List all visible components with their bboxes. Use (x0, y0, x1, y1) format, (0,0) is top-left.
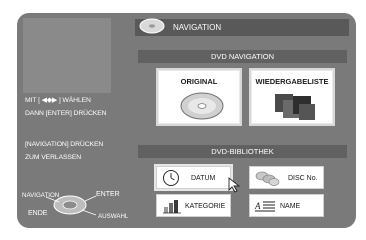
help-line: ZUM VERLASSEN (25, 154, 82, 161)
disc-logo-icon (139, 18, 165, 34)
dvd-navigation-bar: DVD NAVIGATION (138, 50, 347, 63)
original-button[interactable]: ORIGINAL (156, 68, 242, 126)
disc-icon (180, 92, 224, 120)
help-line: DANN [ENTER] DRÜCKEN (25, 110, 107, 117)
kategorie-button[interactable]: KATEGORIE (156, 194, 231, 217)
discs-icon (255, 171, 280, 186)
wiedergabeliste-button[interactable]: WIEDERGABELISTE (249, 68, 335, 126)
name-label: NAME (280, 203, 301, 210)
kategorie-label: KATEGORIE (185, 203, 226, 210)
clock-icon (163, 170, 179, 186)
remote-control-hint: NAVIGATION ENTER ENDE AUSWAHL (22, 188, 128, 224)
help-line: [NAVIGATION] DRÜCKEN (25, 141, 104, 148)
dvd-bibliothek-bar: DVD-BIBLIOTHEK (138, 145, 347, 158)
svg-text:A: A (254, 201, 261, 211)
name-list-icon: A (254, 201, 275, 212)
preview-panel (23, 18, 111, 93)
page-title: NAVIGATION (173, 23, 222, 32)
original-label: ORIGINAL (180, 77, 218, 86)
navigation-header: NAVIGATION (135, 18, 349, 36)
wiedergabeliste-label: WIEDERGABELISTE (255, 77, 329, 86)
datum-button[interactable]: DATUM (154, 164, 241, 193)
osd-frame: MIT [ ◀◆▶ ] WÄHLEN DANN [ENTER] DRÜCKEN … (17, 13, 356, 228)
help-line: MIT [ ◀◆▶ ] WÄHLEN (25, 97, 91, 104)
category-icon (163, 200, 181, 214)
disc-no-label: DISC No. (288, 175, 318, 182)
cursor-arrow-icon (228, 177, 241, 193)
disc-no-button[interactable]: DISC No. (249, 166, 324, 189)
name-button[interactable]: A NAME (249, 194, 324, 217)
playlist-icon (275, 94, 315, 120)
datum-label: DATUM (191, 175, 216, 182)
remote-dpad-icon (45, 195, 97, 216)
